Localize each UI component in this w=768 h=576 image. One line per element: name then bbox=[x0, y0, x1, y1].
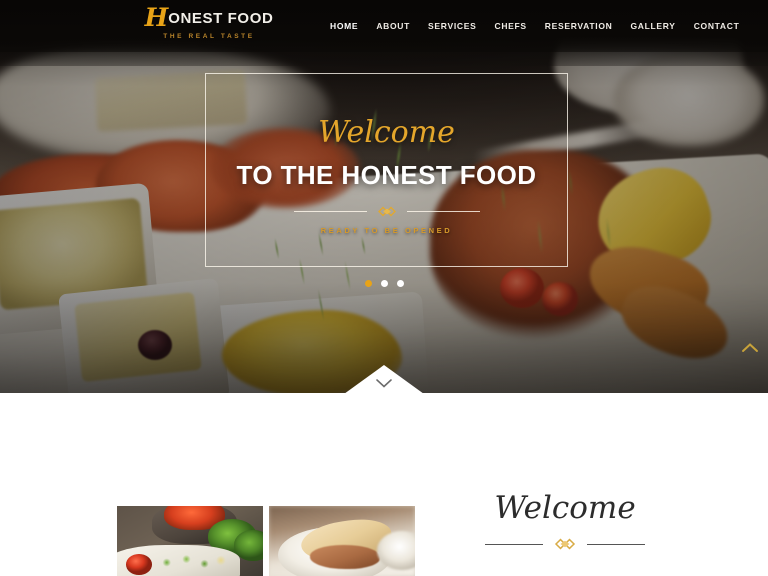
hero-subtitle: READY TO BE OPENED bbox=[320, 226, 453, 235]
welcome-divider bbox=[485, 538, 645, 550]
hero-script-text: Welcome bbox=[318, 115, 455, 150]
diamond-ornament-icon bbox=[372, 206, 402, 217]
main-navigation: HOME ABOUT SERVICES CHEFS RESERVATION GA… bbox=[330, 0, 740, 52]
welcome-heading: Welcome bbox=[494, 490, 636, 526]
divider-line-right bbox=[406, 210, 480, 212]
nav-item-contact[interactable]: CONTACT bbox=[694, 21, 740, 31]
nav-item-gallery[interactable]: GALLERY bbox=[630, 21, 675, 31]
divider-line-left bbox=[293, 210, 367, 212]
brand-name-rest: ONEST FOOD bbox=[168, 10, 274, 27]
brand-tagline: THE REAL TASTE bbox=[163, 33, 255, 40]
hero-slider: HONEST FOOD THE REAL TASTE HOME ABOUT SE… bbox=[0, 0, 768, 393]
salad-garnish-bits bbox=[152, 552, 234, 574]
scroll-down-button[interactable] bbox=[344, 365, 424, 394]
welcome-divider-line-left bbox=[485, 543, 543, 545]
diamond-ornament-icon bbox=[548, 538, 582, 550]
welcome-section: Welcome bbox=[0, 393, 768, 576]
nav-item-home[interactable]: HOME bbox=[330, 21, 358, 31]
welcome-heading-block: Welcome bbox=[440, 493, 690, 550]
hero-divider bbox=[293, 205, 480, 217]
brand-initial: H bbox=[144, 3, 169, 32]
page-root: HONEST FOOD THE REAL TASTE HOME ABOUT SE… bbox=[0, 0, 768, 576]
nav-item-services[interactable]: SERVICES bbox=[428, 21, 476, 31]
slider-dot-1[interactable] bbox=[364, 280, 372, 287]
slider-dot-3[interactable] bbox=[396, 280, 404, 287]
site-logo[interactable]: HONEST FOOD THE REAL TASTE bbox=[104, 5, 314, 40]
hero-title: TO THE HONEST FOOD bbox=[236, 160, 537, 190]
sandwich-filling-shape bbox=[309, 545, 380, 569]
nav-item-about[interactable]: ABOUT bbox=[376, 21, 410, 31]
nav-item-chefs[interactable]: CHEFS bbox=[494, 21, 526, 31]
welcome-gallery bbox=[117, 506, 415, 576]
slider-dots bbox=[0, 280, 768, 287]
hero-caption-frame: Welcome TO THE HONEST FOOD READY TO BE O… bbox=[205, 73, 568, 267]
welcome-divider-line-right bbox=[587, 543, 645, 545]
nav-item-reservation[interactable]: RESERVATION bbox=[545, 21, 613, 31]
slider-dot-2[interactable] bbox=[380, 280, 388, 287]
salad-tomato-shape bbox=[125, 553, 153, 575]
brand-name: HONEST FOOD bbox=[104, 5, 314, 30]
back-to-top-button[interactable] bbox=[738, 336, 762, 360]
hero-caption: Welcome TO THE HONEST FOOD READY TO BE O… bbox=[206, 115, 567, 236]
chevron-down-icon bbox=[376, 379, 392, 388]
chevron-up-icon bbox=[742, 343, 758, 352]
gallery-image-sandwich[interactable] bbox=[269, 506, 415, 576]
gallery-image-salad[interactable] bbox=[117, 506, 263, 576]
site-header: HONEST FOOD THE REAL TASTE HOME ABOUT SE… bbox=[0, 0, 768, 52]
